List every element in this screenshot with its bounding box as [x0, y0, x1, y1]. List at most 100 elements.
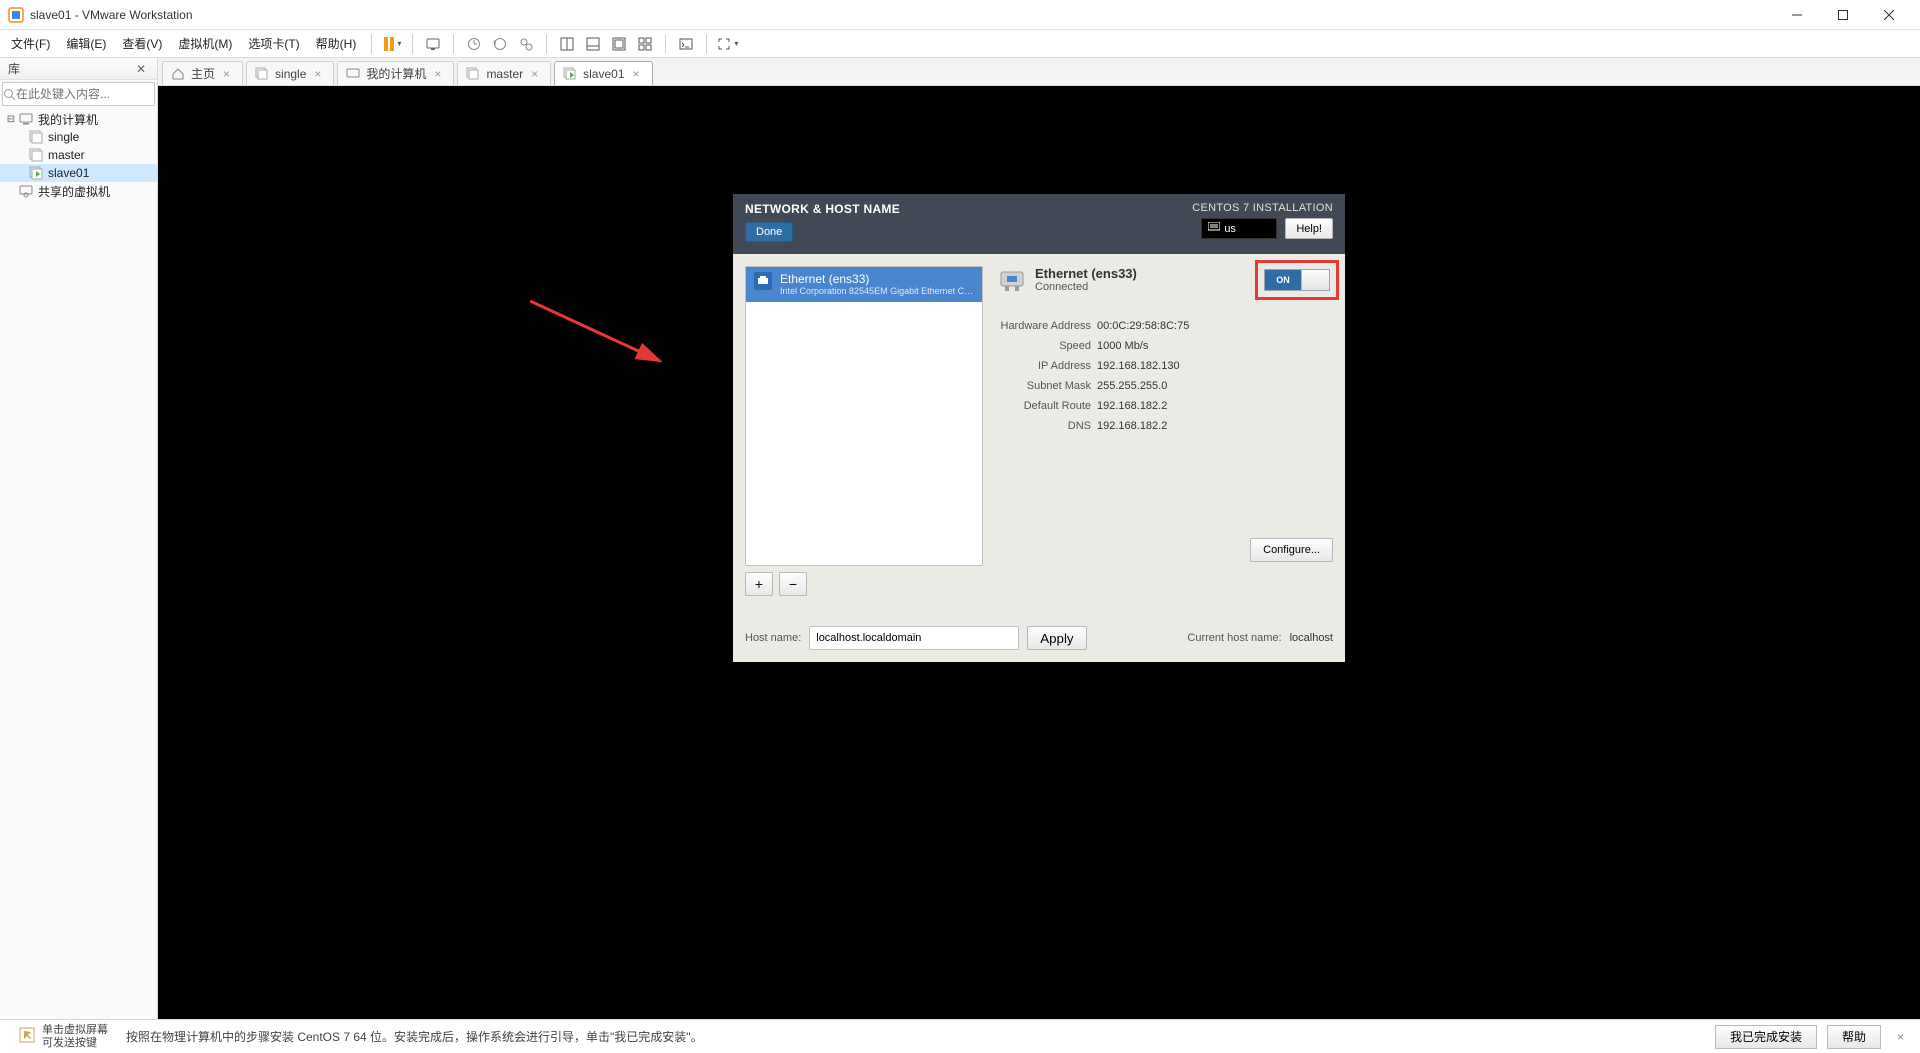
tab-home[interactable]: 主页 × [162, 61, 243, 85]
interface-properties: Hardware Address00:0C:29:58:8C:75 Speed 1… [997, 316, 1333, 436]
tree-node-slave01[interactable]: slave01 [0, 164, 157, 182]
kv-value: 00:0C:29:58:8C:75 [1097, 320, 1189, 332]
hostname-row: Host name: Apply Current host name: loca… [745, 626, 1333, 650]
configure-button[interactable]: Configure... [1250, 538, 1333, 562]
computer-icon [346, 67, 360, 81]
tab-label: 主页 [191, 65, 215, 82]
sidebar-close-button[interactable]: ✕ [133, 62, 149, 76]
toolbar-view-console-icon[interactable] [581, 32, 605, 56]
tree-node-shared[interactable]: 共享的虚拟机 [0, 182, 157, 200]
toolbar-view-thumbnail-icon[interactable] [633, 32, 657, 56]
vmware-logo-icon [8, 7, 24, 23]
footer-help-button[interactable]: 帮助 [1827, 1025, 1881, 1049]
interface-item-ens33[interactable]: Ethernet (ens33) Intel Corporation 82545… [746, 267, 982, 302]
tabstrip: 主页 × single × 我的计算机 × master × slave01 [158, 58, 1920, 86]
tree-label: 共享的虚拟机 [38, 183, 110, 200]
kv-key: Hardware Address [997, 320, 1097, 332]
tab-slave01[interactable]: slave01 × [554, 61, 652, 85]
sidebar-title: 库 [8, 60, 20, 77]
detail-interface-name: Ethernet (ens33) [1035, 266, 1137, 281]
footer-close-icon[interactable]: × [1891, 1030, 1910, 1044]
toolbar-send-ctrlaltdel-icon[interactable] [421, 32, 445, 56]
ethernet-icon [754, 272, 772, 290]
toolbar-snapshot-revert-icon[interactable] [488, 32, 512, 56]
centos-installer-panel: NETWORK & HOST NAME Done CENTOS 7 INSTAL… [733, 194, 1345, 662]
installer-brand: CENTOS 7 INSTALLATION [1192, 202, 1333, 214]
cursor-icon [18, 1026, 36, 1047]
hostname-label: Host name: [745, 632, 801, 644]
menu-vm[interactable]: 虚拟机(M) [171, 32, 239, 55]
kv-key: Default Route [997, 400, 1097, 412]
library-tree: ⊟ 我的计算机 single master slave01 共享的虚拟机 [0, 108, 157, 202]
hostname-input[interactable] [809, 626, 1019, 650]
window-minimize-button[interactable] [1774, 0, 1820, 30]
tree-toggle-icon[interactable]: ⊟ [4, 114, 18, 125]
menubar: 文件(F) 编辑(E) 查看(V) 虚拟机(M) 选项卡(T) 帮助(H) ▾ … [0, 30, 1920, 58]
tab-my-computer[interactable]: 我的计算机 × [337, 61, 454, 85]
grab-input-hint[interactable]: 单击虚拟屏幕 可发送按键 [10, 1024, 116, 1050]
tree-node-my-computer[interactable]: ⊟ 我的计算机 [0, 110, 157, 128]
toolbar-snapshot-manage-icon[interactable] [514, 32, 538, 56]
current-hostname-value: localhost [1290, 632, 1333, 644]
vm-icon [28, 147, 44, 163]
toolbar-pause-button[interactable]: ▾ [380, 32, 404, 56]
tab-label: single [275, 67, 306, 81]
tab-label: 我的计算机 [366, 65, 426, 82]
toolbar-fullscreen-icon[interactable]: ▾ [715, 32, 739, 56]
add-interface-button[interactable]: + [745, 572, 773, 596]
toolbar-console-icon[interactable] [674, 32, 698, 56]
vm-running-icon [563, 67, 577, 81]
keyboard-indicator[interactable]: us [1201, 218, 1277, 239]
tab-close-icon[interactable]: × [529, 67, 540, 81]
tab-master[interactable]: master × [457, 61, 551, 85]
tab-single[interactable]: single × [246, 61, 334, 85]
menu-view[interactable]: 查看(V) [115, 32, 169, 55]
tab-close-icon[interactable]: × [312, 67, 323, 81]
tab-label: master [486, 67, 523, 81]
tab-close-icon[interactable]: × [221, 67, 232, 81]
toolbar-snapshot-take-icon[interactable] [462, 32, 486, 56]
help-button[interactable]: Help! [1285, 218, 1333, 239]
kv-value: 255.255.255.0 [1097, 380, 1167, 392]
toolbar-view-single-icon[interactable] [555, 32, 579, 56]
interface-sub: Intel Corporation 82545EM Gigabit Ethern… [780, 286, 974, 297]
kv-key: IP Address [997, 360, 1097, 372]
toolbar-view-unity-icon[interactable] [607, 32, 631, 56]
apply-hostname-button[interactable]: Apply [1027, 626, 1086, 650]
done-button[interactable]: Done [745, 222, 793, 242]
tab-close-icon[interactable]: × [432, 67, 443, 81]
search-icon [3, 88, 16, 101]
hint-line2: 可发送按键 [42, 1037, 108, 1049]
sidebar-search[interactable]: ▾ [2, 82, 155, 106]
window-titlebar: slave01 - VMware Workstation [0, 0, 1920, 30]
kv-key: Speed [997, 340, 1097, 352]
interface-toggle[interactable]: ON [1264, 269, 1330, 291]
remove-interface-button[interactable]: − [779, 572, 807, 596]
vm-icon [466, 67, 480, 81]
menu-file[interactable]: 文件(F) [4, 32, 57, 55]
tree-label: single [48, 130, 79, 144]
window-close-button[interactable] [1866, 0, 1912, 30]
hint-line1: 单击虚拟屏幕 [42, 1024, 108, 1036]
kv-value: 192.168.182.2 [1097, 400, 1167, 412]
window-title: slave01 - VMware Workstation [30, 8, 193, 22]
library-sidebar: 库 ✕ ▾ ⊟ 我的计算机 single master [0, 58, 158, 1019]
vm-icon [28, 129, 44, 145]
vm-console-view[interactable]: NETWORK & HOST NAME Done CENTOS 7 INSTAL… [158, 86, 1920, 1019]
tab-close-icon[interactable]: × [631, 67, 642, 81]
menu-help[interactable]: 帮助(H) [309, 32, 364, 55]
done-install-button[interactable]: 我已完成安装 [1715, 1025, 1817, 1049]
toggle-label: ON [1265, 270, 1301, 290]
window-maximize-button[interactable] [1820, 0, 1866, 30]
tree-node-master[interactable]: master [0, 146, 157, 164]
menu-tabs[interactable]: 选项卡(T) [241, 32, 306, 55]
nic-icon [997, 266, 1027, 296]
interface-name: Ethernet (ens33) [780, 272, 974, 286]
tree-node-single[interactable]: single [0, 128, 157, 146]
search-input[interactable] [16, 87, 171, 101]
vm-running-icon [28, 165, 44, 181]
kv-key: DNS [997, 420, 1097, 432]
menu-edit[interactable]: 编辑(E) [59, 32, 113, 55]
current-hostname-label: Current host name: [1187, 632, 1281, 644]
tree-label: master [48, 148, 85, 162]
